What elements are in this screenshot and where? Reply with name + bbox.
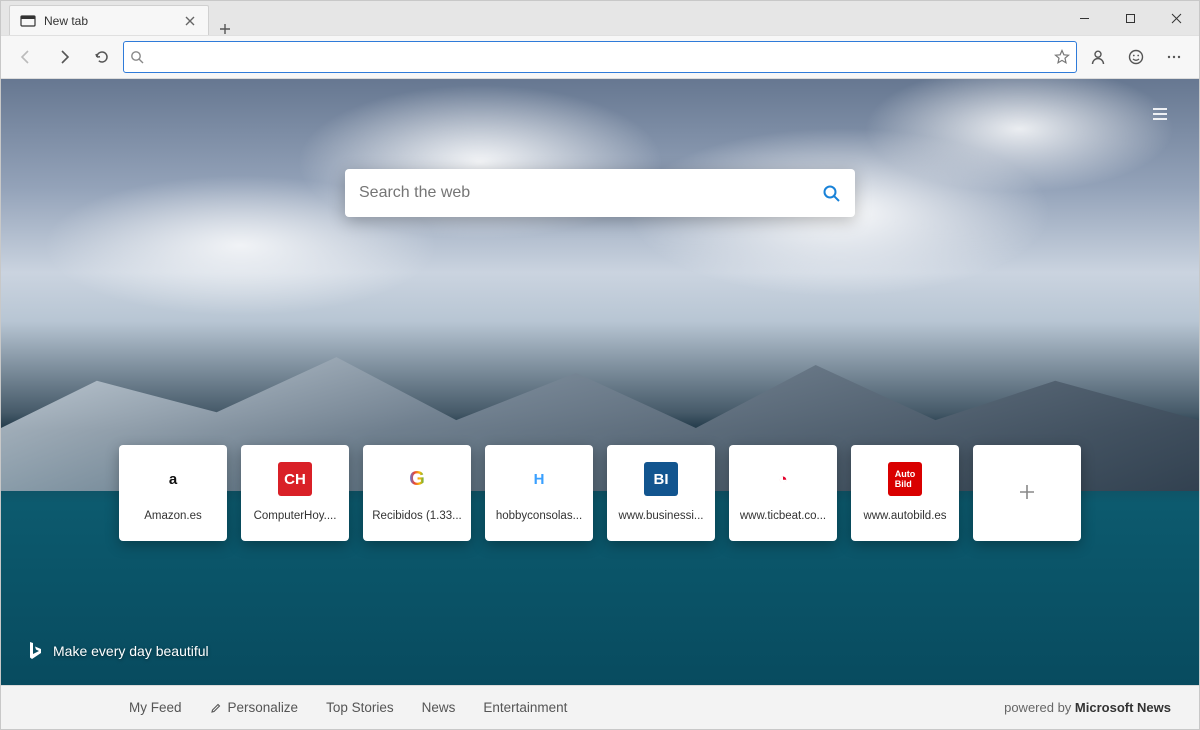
powered-by: powered by Microsoft News	[1004, 700, 1171, 715]
quick-link-tile[interactable]: G Recibidos (1.33...	[363, 445, 471, 541]
tile-icon: BI	[644, 462, 678, 496]
tile-label: ComputerHoy....	[254, 510, 337, 522]
quick-link-tile[interactable]: ◔ www.ticbeat.co...	[729, 445, 837, 541]
web-search-box[interactable]	[345, 169, 855, 217]
tile-icon: CH	[278, 462, 312, 496]
tile-icon: a	[156, 462, 190, 496]
bing-logo-icon	[27, 641, 43, 661]
web-search-submit-icon[interactable]	[821, 183, 841, 203]
maximize-button[interactable]	[1107, 1, 1153, 35]
tab-close-button[interactable]	[182, 13, 198, 29]
quick-link-tile[interactable]: BI www.businessi...	[607, 445, 715, 541]
pencil-icon	[210, 702, 222, 714]
quick-link-tile[interactable]: AutoBild www.autobild.es	[851, 445, 959, 541]
titlebar: New tab	[1, 1, 1199, 35]
search-icon	[130, 50, 144, 64]
footer-links: My Feed Personalize Top Stories News Ent…	[129, 700, 567, 715]
profile-button[interactable]	[1081, 40, 1115, 74]
powered-by-brand: Microsoft News	[1075, 700, 1171, 715]
window-controls	[1061, 1, 1199, 35]
footer-link-personalize-label: Personalize	[228, 700, 299, 715]
powered-by-prefix: powered by	[1004, 700, 1075, 715]
bing-tagline-text: Make every day beautiful	[53, 643, 209, 659]
more-menu-button[interactable]	[1157, 40, 1191, 74]
toolbar	[1, 35, 1199, 79]
bing-tagline: Make every day beautiful	[27, 641, 209, 661]
minimize-button[interactable]	[1061, 1, 1107, 35]
quick-link-tile[interactable]: CH ComputerHoy....	[241, 445, 349, 541]
quick-link-tile[interactable]: a Amazon.es	[119, 445, 227, 541]
close-window-button[interactable]	[1153, 1, 1199, 35]
tile-icon: ◔	[766, 462, 800, 496]
tile-label: www.businessi...	[618, 510, 703, 522]
address-bar[interactable]	[123, 41, 1077, 73]
tile-label: hobbyconsolas...	[496, 510, 582, 522]
refresh-button[interactable]	[85, 40, 119, 74]
web-search-input[interactable]	[359, 184, 821, 202]
tile-icon: G	[400, 462, 434, 496]
footer-link-personalize[interactable]: Personalize	[210, 700, 299, 715]
tile-label: Recibidos (1.33...	[372, 510, 462, 522]
news-footer: My Feed Personalize Top Stories News Ent…	[1, 685, 1199, 729]
footer-link-news[interactable]: News	[422, 700, 456, 715]
footer-link-topstories[interactable]: Top Stories	[326, 700, 394, 715]
tile-label: www.autobild.es	[863, 510, 946, 522]
background-clouds	[1, 79, 1199, 412]
add-quick-link-button[interactable]	[973, 445, 1081, 541]
page-settings-button[interactable]	[1143, 97, 1177, 131]
back-button[interactable]	[9, 40, 43, 74]
plus-icon	[1016, 481, 1038, 503]
tile-label: Amazon.es	[144, 510, 202, 522]
quick-links-row: a Amazon.es CH ComputerHoy.... G Recibidos (1…	[119, 445, 1081, 541]
tab-favicon	[20, 13, 36, 29]
tile-label: www.ticbeat.co...	[740, 510, 826, 522]
tab-title: New tab	[44, 14, 182, 28]
footer-link-myfeed[interactable]: My Feed	[129, 700, 182, 715]
browser-tab[interactable]: New tab	[9, 5, 209, 35]
favorite-star-icon[interactable]	[1054, 49, 1070, 65]
forward-button[interactable]	[47, 40, 81, 74]
footer-link-entertainment[interactable]: Entertainment	[483, 700, 567, 715]
feedback-smiley-button[interactable]	[1119, 40, 1153, 74]
new-tab-page: a Amazon.es CH ComputerHoy.... G Recibidos (1…	[1, 79, 1199, 685]
browser-window: New tab	[0, 0, 1200, 730]
tab-strip: New tab	[1, 1, 241, 35]
new-tab-button[interactable]	[209, 23, 241, 35]
quick-link-tile[interactable]: Hhobbyconsolas...	[485, 445, 593, 541]
tile-icon: AutoBild	[888, 462, 922, 496]
address-input[interactable]	[150, 49, 1048, 65]
tile-icon: H	[522, 462, 556, 496]
